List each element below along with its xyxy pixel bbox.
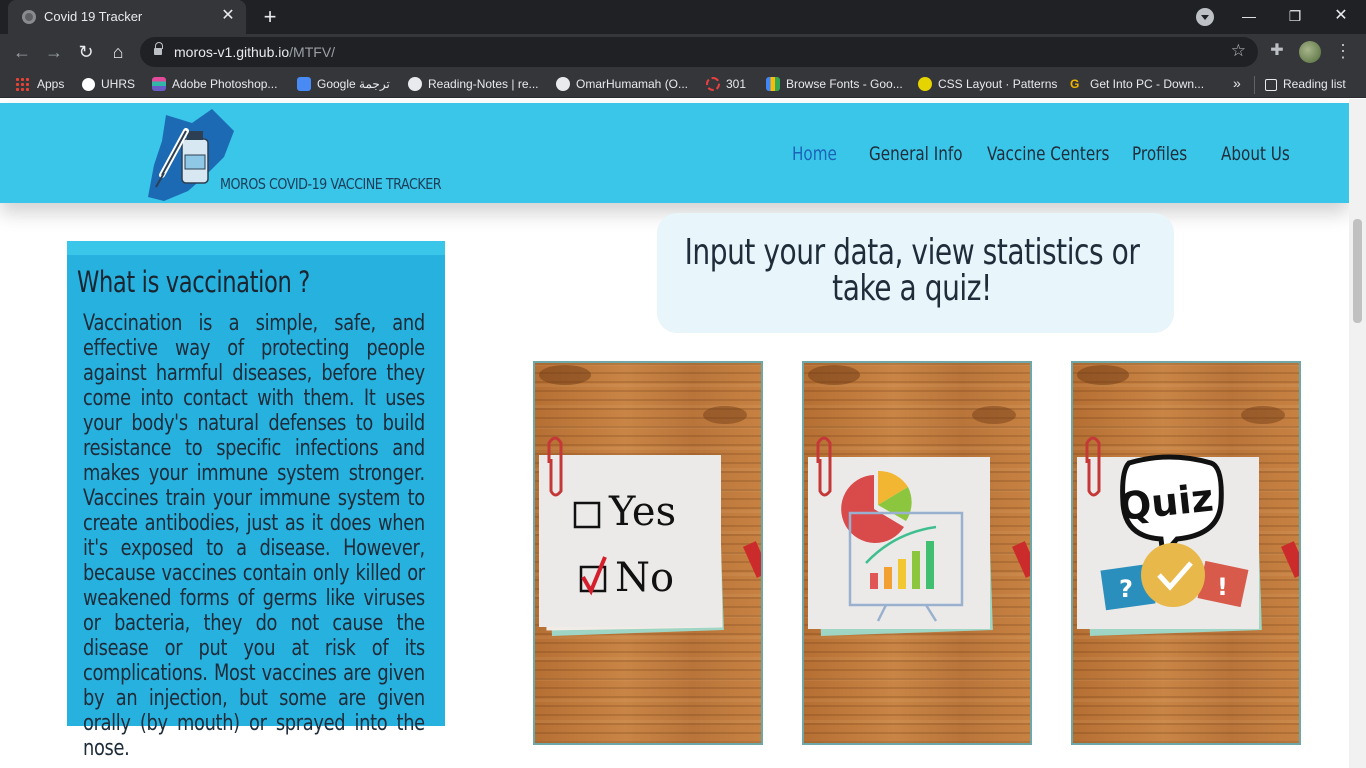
- lock-icon[interactable]: [154, 42, 163, 56]
- vaccination-info-box: What is vaccination ? Vaccination is a s…: [67, 241, 445, 761]
- apps-grid-icon: [15, 77, 29, 91]
- nav-general-info[interactable]: General Info: [869, 143, 963, 165]
- browser-tab[interactable]: Covid 19 Tracker ✕: [8, 0, 246, 34]
- bookmark-getintopc[interactable]: G Get Into PC - Down...: [1070, 76, 1204, 94]
- yes-label: Yes: [608, 489, 676, 535]
- browser-toolbar: ← → ↻ ⌂ moros-v1.github.io/MTFV/ ☆ ✚ ⋮: [0, 34, 1366, 70]
- question-mark: ?: [1119, 575, 1133, 603]
- browser-menu-icon[interactable]: ⋮: [1334, 40, 1352, 64]
- bookmark-google-fonts[interactable]: Browse Fonts - Goo...: [766, 76, 903, 94]
- nav-profiles[interactable]: Profiles: [1132, 143, 1187, 165]
- bookmark-301[interactable]: 301: [706, 76, 746, 94]
- home-icon[interactable]: ⌂: [106, 40, 130, 64]
- bookmark-uhrs[interactable]: UHRS: [82, 76, 135, 94]
- page-viewport: MOROS COVID-19 VACCINE TRACKER Home Gene…: [0, 99, 1366, 768]
- uhrs-icon: [82, 78, 95, 91]
- browser-tab-bar: Covid 19 Tracker ✕ + — ❐ ✕: [0, 0, 1366, 34]
- site-title[interactable]: MOROS COVID-19 VACCINE TRACKER: [220, 175, 442, 193]
- bookmarks-overflow-button[interactable]: »: [1233, 75, 1241, 93]
- tab-search-icon[interactable]: [1196, 8, 1214, 26]
- forward-arrow-icon[interactable]: →: [42, 40, 66, 64]
- bookmark-apps[interactable]: Apps: [15, 76, 64, 94]
- bookmarks-divider: [1254, 76, 1255, 94]
- close-tab-icon[interactable]: ✕: [218, 6, 238, 26]
- address-bar[interactable]: moros-v1.github.io/MTFV/ ☆: [140, 37, 1258, 67]
- no-label: No: [615, 555, 674, 601]
- window-close-button[interactable]: ✕: [1321, 4, 1361, 28]
- bookmarks-bar: Apps UHRS Adobe Photoshop... Google ترجم…: [0, 70, 1366, 98]
- url-text[interactable]: moros-v1.github.io/MTFV/: [174, 44, 335, 60]
- exclamation-mark: !: [1217, 573, 1228, 601]
- new-tab-button[interactable]: +: [258, 5, 282, 29]
- yes-no-checklist-icon: Yes No: [539, 365, 761, 636]
- photoshop-icon: [152, 77, 166, 91]
- globe-icon: [22, 10, 36, 24]
- tab-title: Covid 19 Tracker: [44, 9, 143, 24]
- bookmark-css-layout[interactable]: CSS Layout · Patterns: [918, 76, 1057, 94]
- dashed-circle-icon: [706, 77, 720, 91]
- globe-icon: [408, 77, 422, 91]
- reading-list-button[interactable]: Reading list: [1265, 76, 1346, 94]
- g-icon: G: [1070, 77, 1080, 91]
- site-header: MOROS COVID-19 VACCINE TRACKER Home Gene…: [0, 103, 1349, 203]
- back-arrow-icon[interactable]: ←: [10, 40, 34, 64]
- cta-banner: Input your data, view statistics or take…: [657, 213, 1174, 333]
- profile-avatar[interactable]: [1299, 41, 1321, 63]
- cta-text: Input your data, view statistics or take…: [684, 232, 1140, 309]
- extensions-puzzle-icon[interactable]: ✚: [1268, 42, 1286, 60]
- nav-home[interactable]: Home: [792, 143, 837, 165]
- chart-presentation-icon: [808, 365, 1030, 636]
- reload-icon[interactable]: ↻: [74, 40, 98, 64]
- bookmark-google-translate[interactable]: Google ترجمة: [297, 76, 390, 94]
- quiz-card[interactable]: Quiz ? !: [1071, 361, 1301, 745]
- info-body: Vaccination is a simple, safe, and effec…: [83, 311, 425, 761]
- bookmark-reading-notes[interactable]: Reading-Notes | re...: [408, 76, 539, 94]
- google-fonts-icon: [766, 77, 780, 91]
- bookmark-github[interactable]: OmarHumamah (O...: [556, 76, 688, 94]
- bookmark-star-icon[interactable]: ☆: [1231, 41, 1246, 61]
- input-data-card[interactable]: Yes No: [533, 361, 763, 745]
- nav-vaccine-centers[interactable]: Vaccine Centers: [987, 143, 1109, 165]
- minimize-button[interactable]: —: [1229, 4, 1269, 28]
- page-scrollbar[interactable]: [1349, 99, 1366, 768]
- info-title: What is vaccination ?: [77, 265, 310, 299]
- bookmark-photoshop[interactable]: Adobe Photoshop...: [152, 76, 277, 94]
- reading-list-icon: [1265, 79, 1277, 91]
- scrollbar-thumb[interactable]: [1353, 219, 1362, 323]
- quiz-icon: Quiz ? !: [1077, 365, 1299, 636]
- css-layout-icon: [918, 77, 932, 91]
- github-icon: [556, 77, 570, 91]
- restore-button[interactable]: ❐: [1275, 4, 1315, 28]
- translate-icon: [297, 77, 311, 91]
- statistics-card[interactable]: [802, 361, 1032, 745]
- nav-about-us[interactable]: About Us: [1221, 143, 1290, 165]
